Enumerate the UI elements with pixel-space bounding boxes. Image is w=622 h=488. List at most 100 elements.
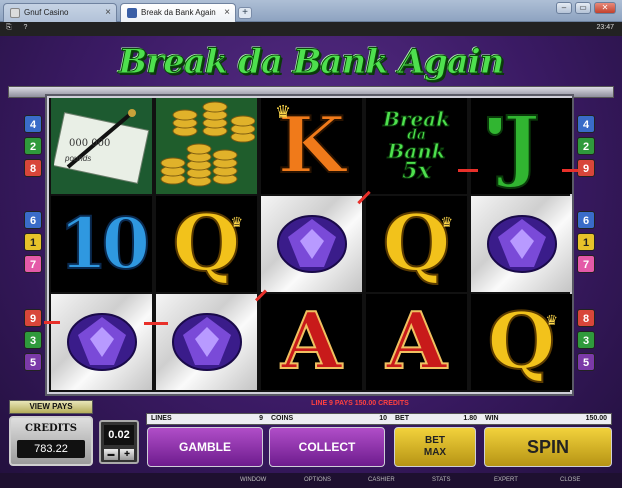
- payline-badge[interactable]: 3: [577, 331, 595, 349]
- cheque-words: pounds: [65, 154, 92, 163]
- purple-gem-icon: [486, 215, 557, 273]
- reel-5: J Q ♛: [469, 98, 572, 392]
- maximize-icon[interactable]: ▭: [575, 2, 591, 14]
- wild-text-break: Break: [383, 107, 451, 131]
- browser-tab-bar: Gnuf Casino × Break da Bank Again × + – …: [0, 0, 622, 22]
- payline-badge[interactable]: 8: [24, 159, 42, 177]
- bet-value: 1.80: [463, 415, 477, 422]
- footer-window[interactable]: WINDOW: [240, 477, 266, 483]
- win-value: 150.00: [585, 415, 607, 422]
- gem-symbol: [261, 196, 362, 292]
- tab-label: Gnuf Casino: [24, 8, 69, 17]
- coins-symbol: [156, 98, 257, 194]
- footer-expert[interactable]: EXPERT: [494, 477, 518, 483]
- reel-2: Q ♛: [154, 98, 257, 392]
- payline-badge[interactable]: 5: [577, 353, 595, 371]
- payline-badge[interactable]: 7: [24, 255, 42, 273]
- crown-icon: ♛: [230, 214, 243, 230]
- footer-options[interactable]: OPTIONS: [304, 477, 331, 483]
- minimize-icon[interactable]: –: [556, 2, 572, 14]
- payline-badge[interactable]: 1: [24, 233, 42, 251]
- payline-badge[interactable]: 4: [24, 115, 42, 133]
- window-controls: – ▭ ✕: [556, 2, 616, 14]
- footer-stats[interactable]: STATS: [432, 477, 450, 483]
- payline-badge[interactable]: 3: [24, 331, 42, 349]
- coins-label: COINS: [271, 415, 294, 422]
- purple-gem-icon: [276, 215, 347, 273]
- shield-icon: [487, 116, 503, 136]
- gem-symbol: [51, 294, 152, 390]
- crown-icon: ♛: [545, 312, 558, 328]
- close-window-icon[interactable]: ✕: [594, 2, 616, 14]
- credits-value: 783.22: [17, 440, 85, 458]
- flash-toolbar: ⎘ ? 23:47: [0, 22, 622, 36]
- payline-segment: [458, 169, 478, 172]
- coin-size-value: 0.02: [104, 425, 134, 445]
- footer-cashier[interactable]: CASHIER: [368, 477, 395, 483]
- collect-button[interactable]: COLLECT: [269, 427, 385, 467]
- cheque-symbol: 000 000 pounds: [51, 98, 152, 194]
- flash-toolbar-icons[interactable]: ⎘ ?: [6, 24, 32, 32]
- close-icon[interactable]: ×: [224, 7, 230, 18]
- payline-badge[interactable]: 7: [577, 255, 595, 273]
- payline-badge[interactable]: 4: [577, 115, 595, 133]
- payline-badge[interactable]: 5: [24, 353, 42, 371]
- bet-max-button[interactable]: BET MAX: [394, 427, 476, 467]
- coin-size-selector: 0.02 ▬ ✚: [99, 420, 139, 464]
- page-icon: [127, 8, 137, 18]
- reel-1: 000 000 pounds 10: [49, 98, 152, 392]
- ten-letter: 10: [58, 202, 151, 285]
- ace-symbol: A: [261, 294, 362, 390]
- spin-button[interactable]: SPIN: [484, 427, 612, 467]
- payline-segment: [144, 322, 168, 325]
- win-message: LINE 9 PAYS 150.00 CREDITS: [311, 400, 409, 407]
- payline-segment: [562, 169, 578, 172]
- wild-symbol: Break da Bank 5x: [366, 98, 467, 194]
- payline-badge[interactable]: 2: [577, 137, 595, 155]
- payline-segment: [44, 321, 60, 324]
- tab-gnuf-casino[interactable]: Gnuf Casino ×: [3, 3, 117, 22]
- queen-symbol: Q ♛: [156, 196, 257, 292]
- payline-badge[interactable]: 8: [577, 309, 595, 327]
- coins-value: 10: [379, 415, 387, 422]
- footer-menu: WINDOW OPTIONS CASHIER STATS EXPERT CLOS…: [0, 473, 622, 488]
- payline-badge[interactable]: 9: [577, 159, 595, 177]
- tab-label: Break da Bank Again: [141, 8, 216, 17]
- new-tab-button[interactable]: +: [238, 7, 252, 19]
- ten-symbol: 10: [51, 196, 152, 292]
- lines-value: 9: [259, 415, 263, 422]
- tab-break-da-bank-again[interactable]: Break da Bank Again ×: [120, 3, 236, 22]
- payline-badge[interactable]: 2: [24, 137, 42, 155]
- jack-letter: J: [502, 100, 541, 191]
- coin-decrease-button[interactable]: ▬: [104, 449, 118, 460]
- bet-label: BET: [395, 415, 409, 422]
- reel-4: Break da Bank 5x Q ♛ A: [364, 98, 467, 392]
- payline-badge[interactable]: 6: [24, 211, 42, 229]
- slot-game: Break da Bank Again 4 2 8 6 1 7 9 3 5 4 …: [0, 36, 622, 488]
- win-label: WIN: [485, 415, 499, 422]
- crown-icon: ♛: [440, 214, 453, 230]
- crown-icon: ♛: [275, 102, 292, 122]
- coin-increase-button[interactable]: ✚: [120, 449, 134, 460]
- queen-symbol: Q ♛: [471, 294, 572, 390]
- bet-max-line1: BET: [425, 435, 445, 446]
- payline-badge[interactable]: 9: [24, 309, 42, 327]
- reel-window: 000 000 pounds 10 Q ♛ K ♛ A Break da Ban…: [47, 96, 572, 394]
- credits-label: CREDITS: [25, 423, 77, 434]
- footer-close[interactable]: CLOSE: [560, 477, 580, 483]
- payline-badge[interactable]: 1: [577, 233, 595, 251]
- game-logo: Break da Bank Again: [118, 42, 505, 83]
- credits-panel: CREDITS 783.22: [9, 416, 93, 466]
- gem-symbol: [156, 294, 257, 390]
- king-symbol: K ♛: [261, 98, 362, 194]
- gem-symbol: [471, 196, 572, 292]
- page-icon: [10, 8, 20, 18]
- reel-3: K ♛ A: [259, 98, 362, 392]
- gamble-button[interactable]: GAMBLE: [147, 427, 263, 467]
- wild-multiplier: 5x: [402, 158, 431, 184]
- close-icon[interactable]: ×: [105, 7, 111, 18]
- payline-badge[interactable]: 6: [577, 211, 595, 229]
- view-pays-button[interactable]: VIEW PAYS: [9, 400, 93, 414]
- ace-symbol: A: [366, 294, 467, 390]
- ace-letter: A: [280, 296, 343, 387]
